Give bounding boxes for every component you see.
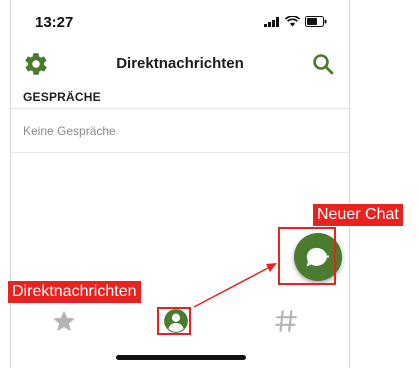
divider bbox=[11, 152, 349, 153]
status-time: 13:27 bbox=[35, 14, 74, 31]
empty-state-text: Keine Gespräche bbox=[23, 124, 116, 138]
status-bar: 13:27 bbox=[11, 0, 349, 44]
page-title: Direktnachrichten bbox=[116, 55, 244, 72]
home-indicator bbox=[116, 355, 246, 360]
battery-icon bbox=[305, 16, 327, 27]
section-title: GESPRÄCHE bbox=[23, 90, 101, 104]
status-icons bbox=[264, 16, 327, 27]
search-icon[interactable] bbox=[311, 52, 335, 76]
direct-messages-highlight bbox=[157, 307, 191, 335]
direct-messages-annotation-label: Direktnachrichten bbox=[8, 281, 141, 303]
divider bbox=[11, 108, 349, 109]
signal-icon bbox=[264, 16, 279, 27]
header: Direktnachrichten bbox=[11, 44, 349, 84]
wifi-icon bbox=[285, 16, 300, 27]
new-chat-annotation-label: Neuer Chat bbox=[313, 204, 403, 226]
new-chat-highlight bbox=[278, 227, 336, 285]
star-icon[interactable] bbox=[51, 308, 77, 334]
hashtag-icon[interactable] bbox=[273, 308, 299, 334]
